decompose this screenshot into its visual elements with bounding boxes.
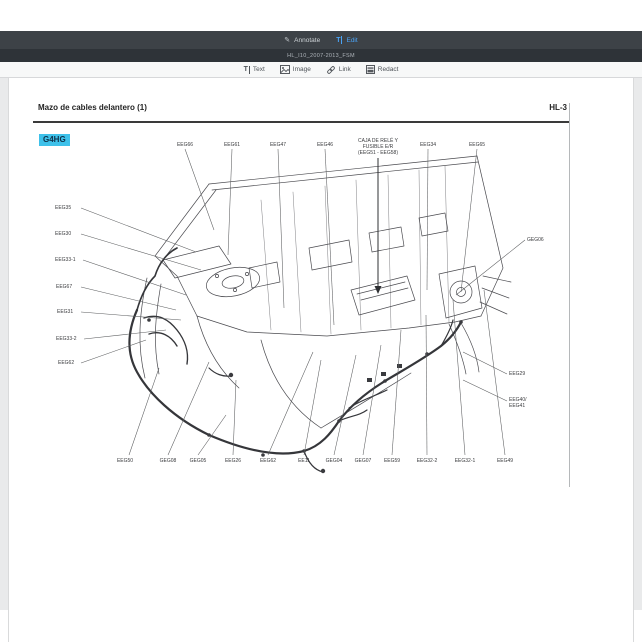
- leader-line: [456, 240, 525, 295]
- car-body-line-art: [140, 156, 511, 428]
- diagram-label: EEG50: [117, 458, 133, 464]
- diagram-label: EEG62: [58, 360, 74, 366]
- image-icon: [280, 65, 290, 74]
- text-tool-label: Text: [253, 66, 265, 73]
- leader-line: [463, 380, 507, 401]
- leader-line: [304, 360, 321, 455]
- diagram-label: EEG59: [384, 458, 400, 464]
- image-tool-label: Image: [293, 66, 311, 73]
- leader-line: [84, 330, 166, 339]
- diagram-label: EEG41: [509, 403, 525, 409]
- leader-line: [392, 330, 401, 455]
- pdf-page[interactable]: Mazo de cables delantero (1) HL-3 G4HG: [8, 78, 634, 642]
- leader-line: [81, 287, 176, 310]
- leader-line: [129, 368, 159, 455]
- wiring-diagram: EEG66EEG61EEG47EEG46CAJA DE RELÉ YFUSIBL…: [9, 78, 635, 548]
- text-icon: T: [244, 66, 250, 74]
- diagram-label: EEG33-2: [56, 336, 77, 342]
- leader-line: [426, 315, 427, 455]
- image-tool-button[interactable]: Image: [280, 65, 311, 74]
- leader-line: [484, 290, 505, 455]
- diagram-label: EEG46: [317, 142, 333, 148]
- document-title: HL_I10_2007-2013_FSM: [287, 53, 355, 59]
- annotate-tab[interactable]: ✎ Annotate: [284, 37, 320, 44]
- edit-tools-toolbar: T Text Image Link Redact: [0, 62, 642, 78]
- diagram-label: EEG62: [260, 458, 276, 464]
- leader-line: [463, 352, 507, 374]
- text-cursor-icon: T: [336, 36, 342, 44]
- diagram-label: GEG04: [326, 458, 343, 464]
- edit-tab-label: Edit: [346, 37, 357, 44]
- diagram-label: EEG31: [57, 309, 73, 315]
- edit-tab[interactable]: T Edit: [336, 36, 357, 44]
- leader-line: [168, 362, 209, 455]
- diagram-label: GEG05: [190, 458, 207, 464]
- mode-toolbar: ✎ Annotate T Edit: [0, 31, 642, 49]
- diagram-label: EEG66: [177, 142, 193, 148]
- diagram-label: GEG08: [160, 458, 177, 464]
- leader-line: [363, 345, 381, 455]
- leader-line: [198, 415, 226, 455]
- leader-line: [81, 340, 146, 363]
- wiring-harness: [130, 248, 462, 472]
- document-title-bar: HL_I10_2007-2013_FSM: [0, 49, 642, 62]
- diagram-label: EEG49: [497, 458, 513, 464]
- leader-line: [83, 260, 186, 295]
- diagram-label: EEG47: [270, 142, 286, 148]
- link-tool-label: Link: [339, 66, 351, 73]
- leader-line: [278, 149, 284, 308]
- diagram-label: EEG33-1: [55, 257, 76, 263]
- link-icon: [326, 65, 336, 75]
- redact-tool-button[interactable]: Redact: [366, 65, 399, 74]
- leader-line: [228, 149, 232, 255]
- leader-line: [81, 312, 181, 320]
- leader-line: [185, 149, 214, 230]
- diagram-label: CAJA DE RELÉ Y: [358, 137, 399, 144]
- diagram-label: EEG29: [509, 371, 525, 377]
- diagram-label: GEG07: [355, 458, 372, 464]
- pencil-icon: ✎: [284, 37, 290, 44]
- diagram-label: GEG06: [527, 237, 544, 243]
- text-tool-button[interactable]: T Text: [244, 66, 265, 74]
- diagram-label: (EEG51 - EEG58): [358, 150, 398, 156]
- diagram-label: EE11: [298, 458, 310, 464]
- leader-line: [461, 149, 477, 292]
- diagram-label: EEG32-2: [417, 458, 438, 464]
- diagram-label: EEG65: [469, 142, 485, 148]
- diagram-label: EEG61: [224, 142, 240, 148]
- redact-tool-label: Redact: [378, 66, 399, 73]
- diagram-label: EEG30: [55, 231, 71, 237]
- window-titlebar: [0, 0, 642, 31]
- link-tool-button[interactable]: Link: [326, 65, 351, 75]
- diagram-label: EEG32-1: [455, 458, 476, 464]
- relay-box-arrow: [375, 158, 382, 294]
- diagram-label: EEG26: [225, 458, 241, 464]
- diagram-label: EEG67: [56, 284, 72, 290]
- redact-icon: [366, 65, 375, 74]
- leader-line: [81, 208, 196, 252]
- leader-line: [453, 300, 465, 455]
- diagram-label: EEG35: [55, 205, 71, 211]
- leader-line: [268, 352, 313, 455]
- leader-line: [427, 149, 428, 290]
- diagram-label: EEG34: [420, 142, 436, 148]
- leader-line: [81, 234, 201, 270]
- annotate-tab-label: Annotate: [294, 37, 320, 44]
